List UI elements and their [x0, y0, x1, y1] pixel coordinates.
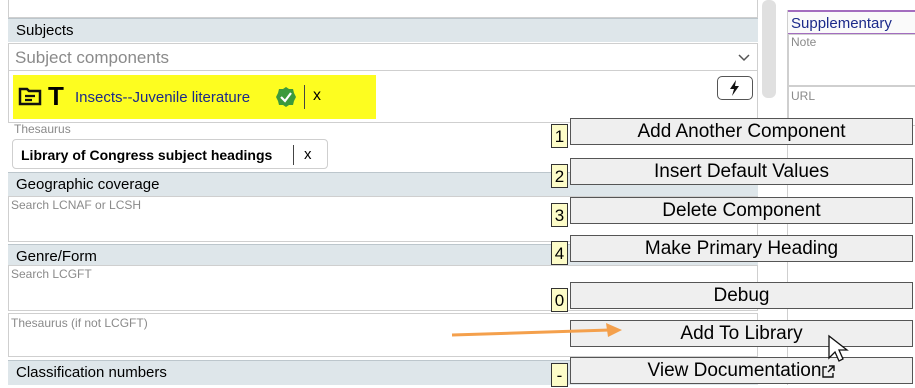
chevron-down-icon[interactable]	[737, 50, 751, 64]
menu-key: -	[551, 363, 568, 387]
chip-divider	[304, 85, 305, 109]
menu-button[interactable]: Delete Component	[570, 197, 913, 224]
genre-heading-label: Genre/Form	[16, 248, 97, 265]
menu-key: 4	[551, 241, 568, 265]
verified-badge-icon	[275, 86, 297, 108]
thesaurus-divider	[293, 145, 294, 165]
subject-heading-row: T Insects--Juvenile literature x	[8, 71, 758, 123]
remove-subject-button[interactable]: x	[313, 87, 321, 105]
genre-placeholder: Search LCGFT	[11, 267, 92, 281]
thesaurus-value: Library of Congress subject headings	[21, 147, 273, 163]
genre-thesaurus-label: Thesaurus (if not LCGFT)	[11, 316, 148, 330]
thesaurus-label: Thesaurus	[14, 122, 71, 136]
subjects-heading-label: Subjects	[16, 22, 74, 39]
menu-button[interactable]: Debug	[570, 282, 913, 309]
form-top-field	[8, 0, 758, 18]
menu-key: 3	[551, 203, 568, 227]
selected-subject-chip[interactable]: T Insects--Juvenile literature x	[13, 75, 376, 119]
menu-button[interactable]: Add Another Component	[570, 118, 913, 145]
lightning-action-button[interactable]	[717, 76, 753, 100]
subject-components-placeholder: Subject components	[15, 48, 170, 67]
menu-key: 0	[551, 288, 568, 312]
menu-key: 2	[551, 164, 568, 188]
folder-icon[interactable]	[18, 86, 42, 106]
subjects-heading: Subjects	[8, 18, 758, 42]
arrow-annotation	[451, 323, 622, 337]
classification-heading-label: Classification numbers	[16, 364, 167, 381]
geographic-heading-label: Geographic coverage	[16, 176, 160, 193]
text-type-icon[interactable]: T	[48, 81, 64, 112]
supplementary-note-field[interactable]: Note	[788, 34, 915, 86]
remove-thesaurus-button[interactable]: x	[304, 146, 312, 163]
supplementary-heading: Supplementary	[788, 10, 915, 34]
form-scrollbar[interactable]	[762, 0, 776, 98]
subject-components-select[interactable]: Subject components	[8, 43, 758, 71]
mouse-cursor-icon	[828, 334, 849, 362]
supplementary-heading-label: Supplementary	[791, 15, 892, 32]
thesaurus-chip[interactable]: Library of Congress subject headings x	[12, 139, 328, 169]
menu-button[interactable]: View Documentation	[570, 357, 913, 384]
menu-key: 1	[551, 124, 568, 148]
geographic-placeholder: Search LCNAF or LCSH	[11, 198, 142, 212]
supplementary-url-label: URL	[791, 89, 816, 103]
subject-heading-label: Insects--Juvenile literature	[75, 89, 251, 106]
menu-button[interactable]: Make Primary Heading	[570, 235, 913, 262]
menu-button[interactable]: Insert Default Values	[570, 158, 913, 185]
menu-button-label: View Documentation	[647, 360, 822, 381]
supplementary-note-label: Note	[791, 35, 817, 49]
